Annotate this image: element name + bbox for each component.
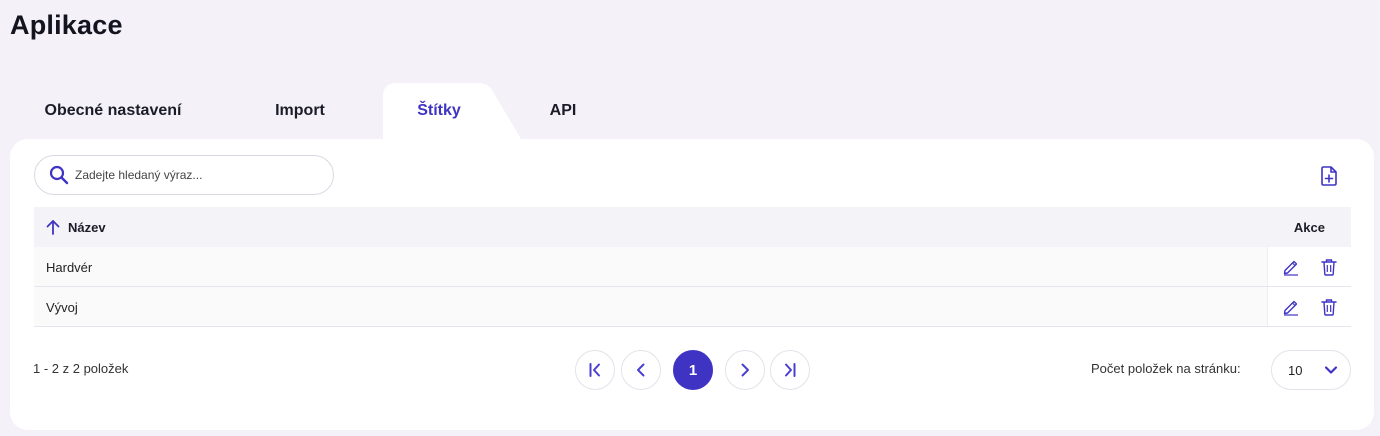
tab-label: API: [549, 102, 577, 119]
labels-table: Název Akce Hardvér Vývoj: [34, 207, 1351, 327]
tab-api[interactable]: API: [530, 83, 596, 139]
tab-bar: Obecné nastavení Import Štítky API: [0, 83, 700, 139]
per-page-select[interactable]: 10: [1271, 350, 1351, 390]
row-name: Vývoj: [46, 299, 78, 315]
search-input[interactable]: [75, 168, 305, 182]
search-icon: [49, 165, 69, 185]
first-page-icon: [589, 363, 600, 377]
column-header-name-label: Název: [68, 219, 106, 235]
pencil-icon: [1283, 260, 1298, 276]
search-box: [34, 155, 334, 195]
page-button-current[interactable]: 1: [673, 350, 713, 390]
delete-button[interactable]: [1319, 257, 1339, 277]
table-row: Vývoj: [34, 287, 1351, 327]
edit-button[interactable]: [1281, 297, 1301, 317]
chevron-down-icon: [1324, 366, 1338, 374]
chevron-right-icon: [741, 363, 749, 377]
row-name: Hardvér: [46, 259, 93, 275]
column-header-name[interactable]: Název: [46, 207, 106, 247]
trash-icon: [1320, 258, 1337, 276]
column-header-actions: Akce: [1293, 219, 1325, 235]
tab-general-settings[interactable]: Obecné nastavení: [20, 83, 206, 139]
tab-labels[interactable]: Štítky: [395, 83, 483, 139]
per-page-value: 10: [1288, 362, 1303, 378]
tab-label: Import: [275, 102, 325, 119]
row-actions: [1267, 287, 1351, 326]
per-page-label: Počet položek na stránku:: [1091, 361, 1241, 376]
add-label-button[interactable]: [1317, 164, 1341, 188]
last-page-icon: [785, 363, 796, 377]
pagination-summary: 1 - 2 z 2 položek: [33, 361, 129, 376]
previous-page-button[interactable]: [621, 350, 661, 390]
trash-icon: [1320, 298, 1337, 316]
chevron-left-icon: [637, 363, 645, 377]
row-actions: [1267, 247, 1351, 286]
first-page-button[interactable]: [575, 350, 615, 390]
add-file-icon: [1321, 166, 1337, 186]
last-page-button[interactable]: [770, 350, 810, 390]
labels-panel: Název Akce Hardvér: [10, 139, 1374, 430]
tab-import[interactable]: Import: [250, 83, 350, 139]
table-row: Hardvér: [34, 247, 1351, 287]
delete-button[interactable]: [1319, 297, 1339, 317]
pencil-icon: [1283, 300, 1298, 316]
edit-button[interactable]: [1281, 257, 1301, 277]
table-header: Název Akce: [34, 207, 1351, 247]
page-title: Aplikace: [10, 10, 123, 40]
tab-label: Obecné nastavení: [44, 102, 182, 119]
next-page-button[interactable]: [725, 350, 765, 390]
arrow-up-icon: [46, 220, 60, 235]
tab-label: Štítky: [417, 102, 461, 119]
